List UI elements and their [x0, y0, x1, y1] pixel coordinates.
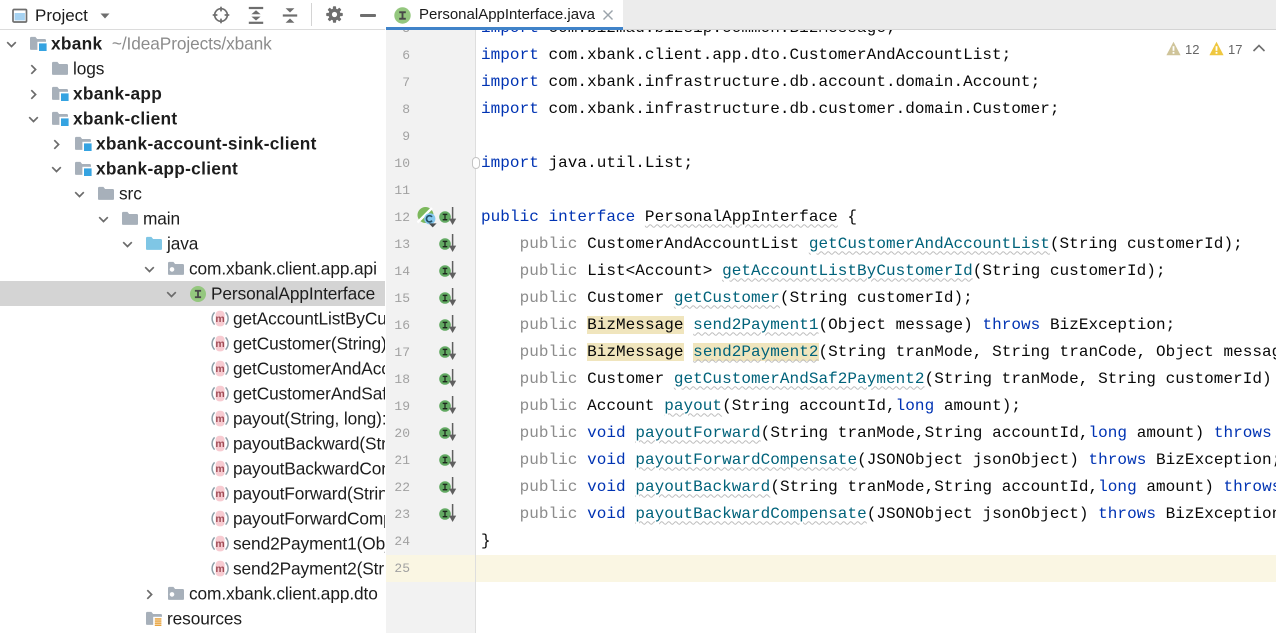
svg-text:m: m: [215, 463, 224, 475]
svg-text:m: m: [215, 563, 224, 575]
svg-text:m: m: [215, 438, 224, 450]
svg-text:m: m: [215, 413, 224, 425]
svg-text:m: m: [215, 338, 224, 350]
svg-text:m: m: [215, 363, 224, 375]
svg-text:m: m: [215, 313, 224, 325]
svg-text:m: m: [215, 388, 224, 400]
svg-text:m: m: [215, 513, 224, 525]
svg-text:m: m: [215, 538, 224, 550]
svg-text:m: m: [215, 488, 224, 500]
